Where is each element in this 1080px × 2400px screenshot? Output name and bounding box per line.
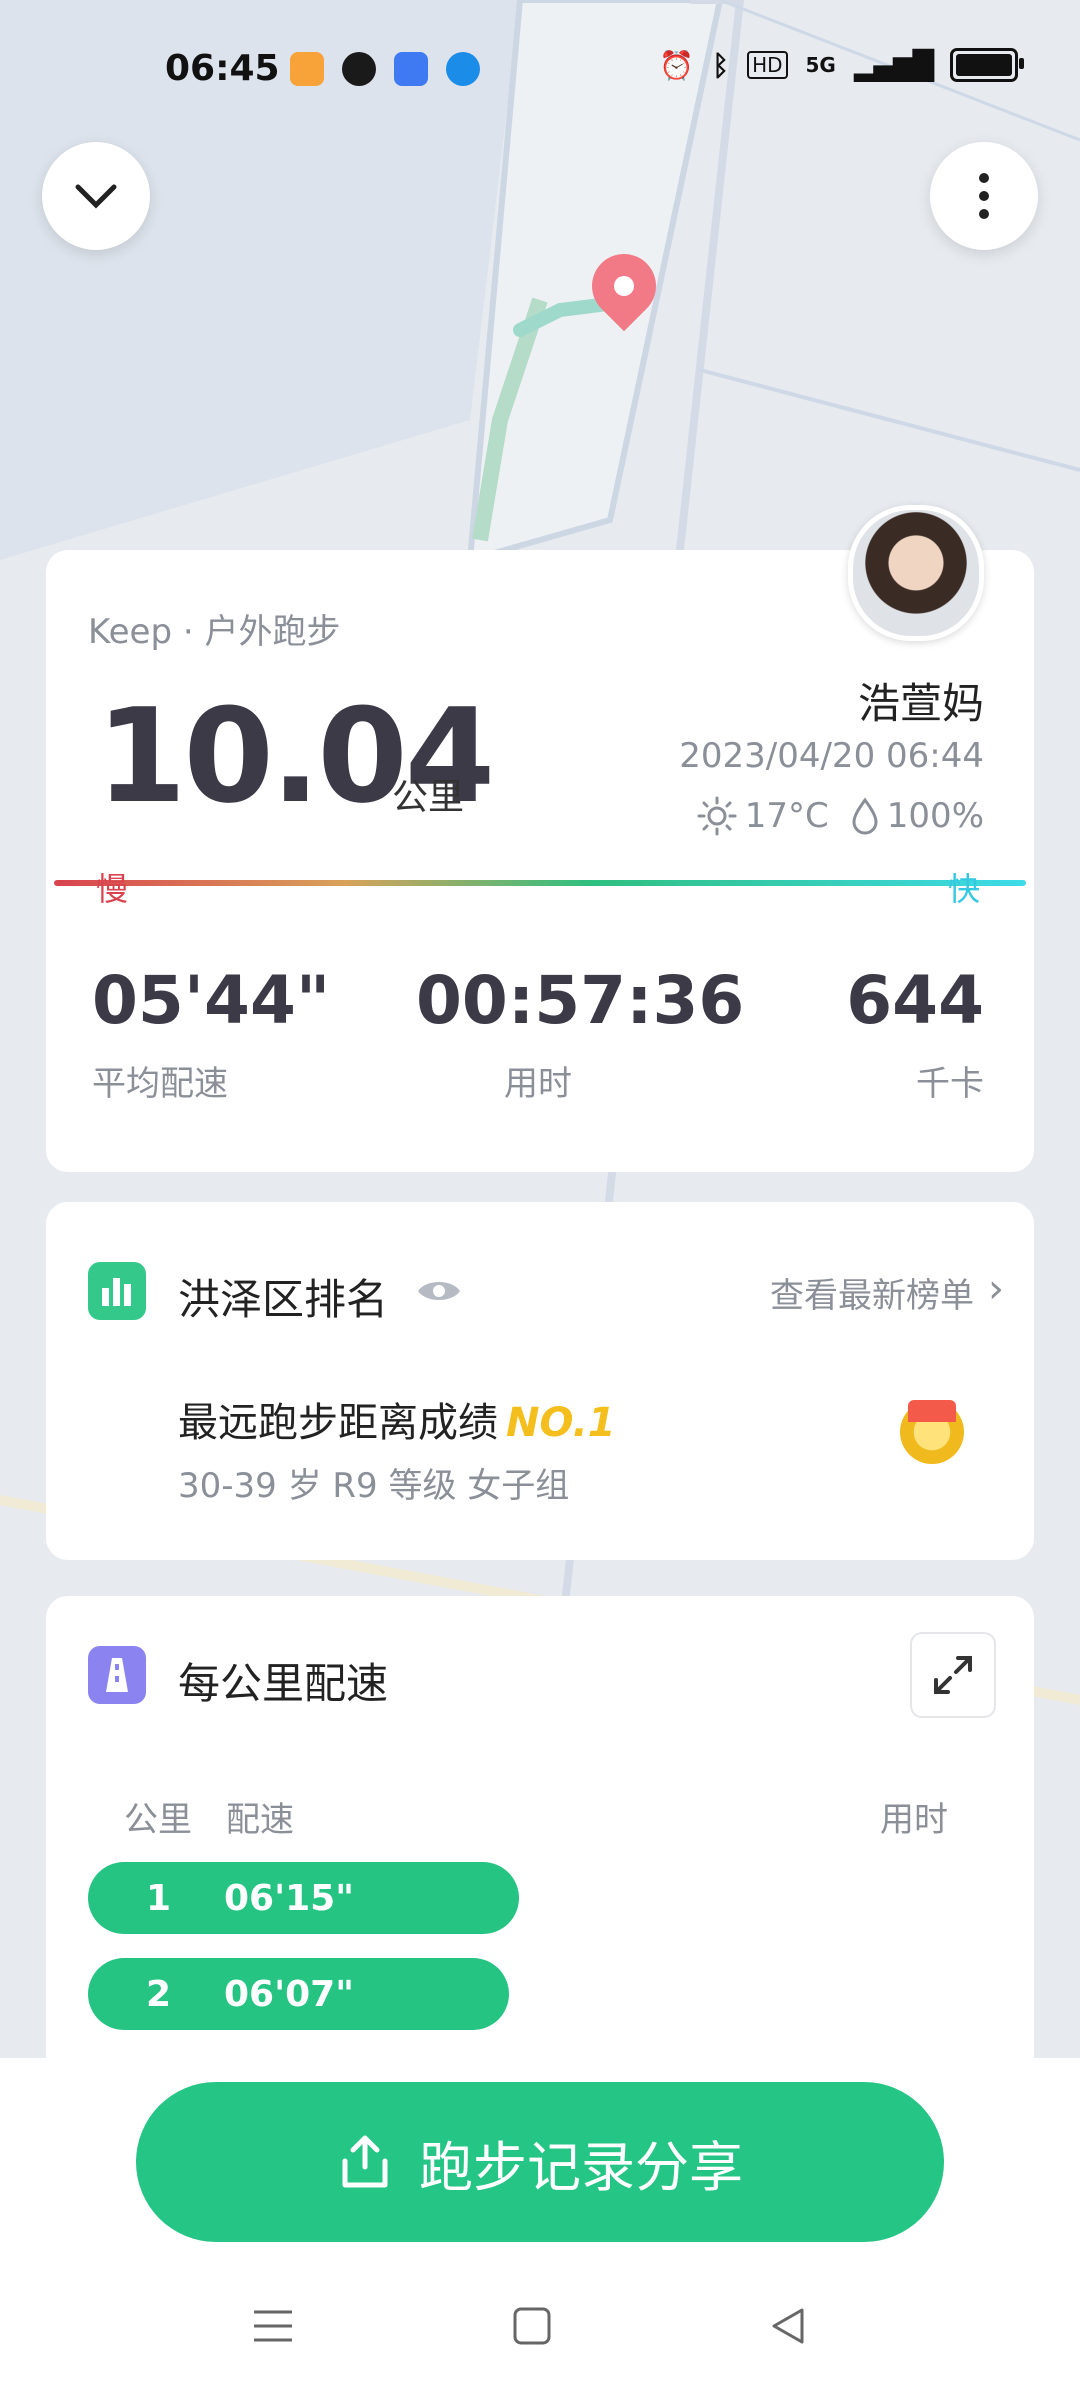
km-header: 公里 — [124, 1800, 192, 1840]
home-nav-icon[interactable] — [512, 2306, 552, 2346]
view-leaderboard-link[interactable]: 查看最新榜单 — [770, 1268, 974, 1317]
humidity: 100% — [886, 796, 984, 836]
road-icon — [88, 1646, 146, 1704]
fast-label: 快 — [948, 870, 981, 908]
calories-label: 千卡 — [916, 1064, 984, 1104]
alarm-icon: ⏰ — [659, 48, 695, 82]
signal-icon: ▂▄▆█ — [853, 48, 934, 82]
split-km: 1 — [146, 1878, 172, 1919]
calories-value: 644 — [846, 962, 984, 1039]
status-indicators: ⏰ ᛒ HD 5G ▂▄▆█ — [659, 48, 1024, 82]
share-label: 跑步记录分享 — [419, 2135, 743, 2199]
more-vertical-icon — [979, 173, 989, 219]
user-name: 浩萱妈 — [857, 679, 984, 728]
status-bar: 06:45 ⏰ ᛒ HD 5G ▂▄▆█ — [0, 0, 1080, 140]
ranking-title: 洪泽区排名 — [178, 1275, 389, 1324]
duration-value: 00:57:36 — [416, 962, 745, 1039]
distance-unit: 公里 — [392, 777, 465, 818]
chevron-down-icon — [75, 184, 117, 209]
collapse-button[interactable] — [42, 142, 150, 250]
slow-label: 慢 — [96, 870, 129, 908]
split-km: 2 — [146, 1974, 172, 2015]
rank-badge: NO.1 — [506, 1400, 616, 1446]
menu-nav-icon[interactable] — [252, 2306, 294, 2346]
bluetooth-icon: ᛒ — [712, 48, 730, 82]
user-avatar[interactable] — [848, 505, 984, 641]
keep-app-icon — [290, 52, 324, 86]
app-notification-icon — [394, 52, 428, 86]
ranking-chart-icon — [88, 1262, 146, 1320]
browser-notification-icon — [446, 52, 480, 86]
avg-pace-value: 05'44" — [92, 962, 331, 1039]
share-icon — [342, 2135, 388, 2188]
weather-info: 17°C 100% — [697, 796, 984, 836]
split-pace: 06'07" — [224, 1974, 354, 2015]
temperature: 17°C — [744, 796, 829, 836]
sun-icon — [697, 796, 737, 836]
wechat-icon — [342, 52, 376, 86]
eye-icon[interactable] — [416, 1276, 462, 1306]
hd-icon: HD — [747, 51, 788, 79]
splits-title: 每公里配速 — [178, 1659, 389, 1708]
ranking-achievement: 最远跑步距离成绩 NO.1 — [178, 1390, 616, 1448]
achievement-text: 最远跑步距离成绩 — [178, 1400, 498, 1446]
expand-button[interactable] — [910, 1632, 996, 1718]
battery-icon — [950, 48, 1024, 82]
humidity-drop-icon — [852, 797, 878, 835]
pace-header: 配速 — [226, 1800, 294, 1840]
medal-ribbon — [908, 1400, 956, 1422]
share-run-button[interactable]: 跑步记录分享 — [136, 2082, 944, 2242]
network-label: 5G — [805, 53, 836, 77]
more-options-button[interactable] — [930, 142, 1038, 250]
split-bar: 2 06'07" — [88, 1958, 509, 2030]
ranking-group: 30-39 岁 R9 等级 女子组 — [178, 1466, 570, 1506]
split-pace: 06'15" — [224, 1878, 354, 1919]
avg-pace-label: 平均配速 — [92, 1064, 228, 1104]
pace-gradient-line — [54, 880, 1026, 886]
back-nav-icon[interactable] — [768, 2306, 808, 2346]
status-time: 06:45 — [165, 48, 280, 89]
time-header: 用时 — [880, 1800, 948, 1840]
split-bar: 1 06'15" — [88, 1862, 519, 1934]
duration-label: 用时 — [504, 1064, 572, 1104]
chevron-right-icon[interactable]: › — [988, 1266, 1004, 1312]
run-datetime: 2023/04/20 06:44 — [679, 736, 984, 776]
expand-icon — [934, 1656, 972, 1694]
activity-source: Keep · 户外跑步 — [88, 612, 341, 652]
